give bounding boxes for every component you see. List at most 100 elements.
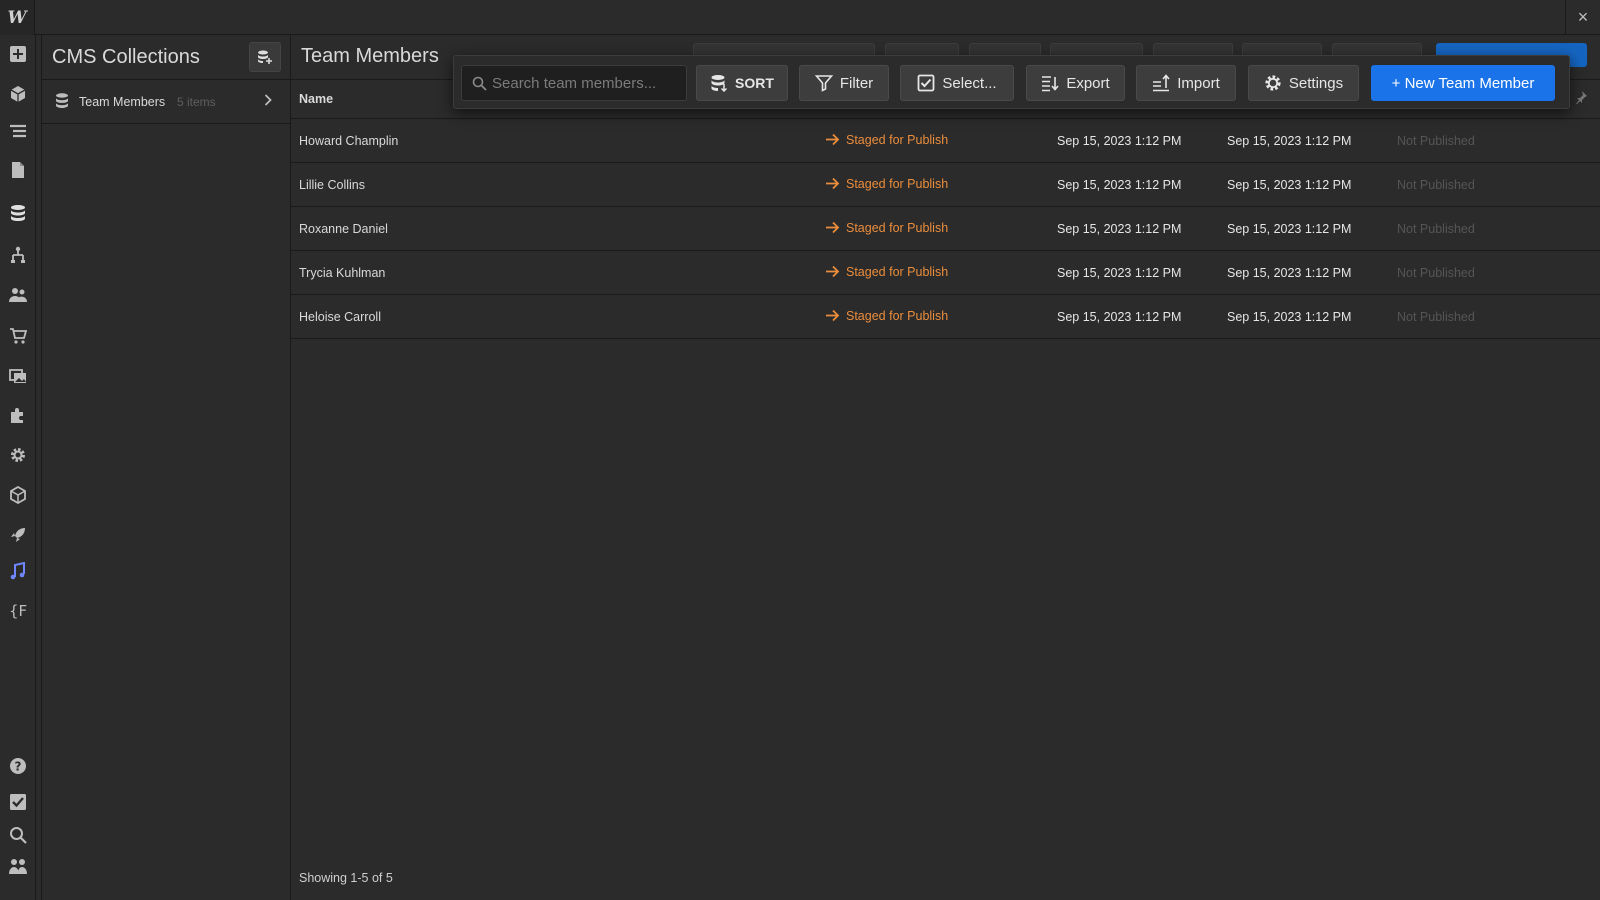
import-label: Import [1177, 74, 1220, 92]
arrow-right-icon [826, 309, 840, 322]
search-icon[interactable] [7, 824, 29, 846]
table-row[interactable]: Howard Champlin Staged for Publish Sep 1… [291, 120, 1600, 163]
item-status: Staged for Publish [825, 308, 948, 323]
audit-icon[interactable] [7, 560, 29, 582]
left-rail: {F ? [0, 35, 36, 900]
svg-text:?: ? [15, 760, 22, 774]
pin-icon[interactable] [1574, 90, 1588, 109]
item-published: Not Published [1397, 134, 1475, 148]
collection-toolbar: SORT Filter Select... Export Import Sett… [453, 55, 1570, 109]
column-header-name[interactable]: Name [299, 92, 333, 106]
item-updated: Sep 15, 2023 1:12 PM [1227, 178, 1352, 192]
item-name: Lillie Collins [299, 178, 365, 192]
import-icon [1153, 74, 1170, 92]
status-text: Staged for Publish [846, 132, 949, 147]
item-name: Heloise Carroll [299, 310, 381, 324]
collections-header: CMS Collections [42, 35, 291, 80]
item-status: Staged for Publish [825, 220, 948, 235]
item-updated: Sep 15, 2023 1:12 PM [1227, 222, 1352, 236]
help-icon[interactable]: ? [7, 755, 29, 777]
table-row[interactable]: Trycia Kuhlman Staged for Publish Sep 15… [291, 252, 1600, 295]
select-button[interactable]: Select... [900, 65, 1014, 101]
filter-label: Filter [839, 74, 874, 92]
export-button[interactable]: Export [1026, 65, 1125, 101]
item-published: Not Published [1397, 266, 1475, 280]
status-text: Staged for Publish [846, 264, 949, 279]
collections-panel: CMS Collections Team Members 5 items [41, 35, 291, 900]
apps-icon[interactable] [7, 404, 29, 426]
ecommerce-icon[interactable] [7, 325, 29, 347]
item-status: Staged for Publish [825, 176, 948, 191]
collection-name: Team Members [79, 95, 166, 109]
export-icon [1042, 76, 1059, 92]
navigator-icon[interactable] [7, 121, 29, 143]
status-text: Staged for Publish [846, 176, 949, 191]
item-published: Not Published [1397, 310, 1475, 324]
cms-icon[interactable] [7, 202, 29, 224]
item-updated: Sep 15, 2023 1:12 PM [1227, 266, 1352, 280]
item-created: Sep 15, 2023 1:12 PM [1057, 222, 1182, 236]
pages-icon[interactable] [7, 159, 29, 181]
logic-icon[interactable] [7, 244, 29, 266]
add-icon[interactable] [7, 43, 29, 65]
svg-text:{F: {F [9, 602, 27, 619]
sort-icon [711, 75, 728, 92]
import-button[interactable]: Import [1136, 65, 1236, 101]
item-created: Sep 15, 2023 1:12 PM [1057, 266, 1182, 280]
arrow-right-icon [826, 133, 840, 146]
webflow-logo[interactable]: W [0, 0, 35, 35]
variables-icon[interactable]: {F [7, 599, 29, 621]
assets-icon[interactable] [7, 365, 29, 387]
checkbox-icon [917, 74, 935, 92]
status-text: Staged for Publish [846, 308, 949, 323]
arrow-right-icon [826, 265, 840, 278]
page-title: Team Members [301, 45, 439, 67]
item-status: Staged for Publish [825, 264, 948, 279]
item-name: Howard Champlin [299, 134, 399, 148]
arrow-right-icon [826, 177, 840, 190]
collaborators-icon[interactable] [7, 855, 29, 877]
collection-count: 5 items [177, 95, 216, 109]
chevron-right-icon [264, 93, 272, 109]
sort-label: SORT [735, 75, 774, 91]
new-item-label: + New Team Member [1391, 74, 1535, 92]
export-label: Export [1066, 74, 1110, 92]
add-collection-icon [258, 50, 272, 64]
tasks-icon[interactable] [7, 791, 29, 813]
filter-icon [814, 75, 833, 92]
settings-button[interactable]: Settings [1248, 65, 1359, 101]
status-text: Staged for Publish [846, 220, 949, 235]
table-row[interactable]: Roxanne Daniel Staged for Publish Sep 15… [291, 208, 1600, 251]
select-label: Select... [942, 74, 997, 92]
table-row[interactable]: Heloise Carroll Staged for Publish Sep 1… [291, 296, 1600, 339]
filter-button[interactable]: Filter [799, 65, 889, 101]
item-created: Sep 15, 2023 1:12 PM [1057, 134, 1182, 148]
collection-view: Team Members Name Howard Champlin Staged… [291, 35, 1600, 900]
search-icon [472, 76, 487, 91]
add-collection-button[interactable] [249, 42, 281, 72]
cube-icon[interactable] [7, 83, 29, 105]
rocket-icon[interactable] [7, 524, 29, 546]
close-button[interactable]: × [1565, 0, 1600, 35]
pagination-status: Showing 1-5 of 5 [299, 871, 393, 885]
item-published: Not Published [1397, 178, 1475, 192]
library-icon[interactable] [7, 484, 29, 506]
collection-item-team-members[interactable]: Team Members 5 items [42, 80, 291, 124]
top-bar: W × [0, 0, 1600, 35]
collections-title: CMS Collections [52, 46, 200, 68]
settings-icon[interactable] [7, 444, 29, 466]
users-icon[interactable] [7, 284, 29, 306]
item-created: Sep 15, 2023 1:12 PM [1057, 310, 1182, 324]
table-row[interactable]: Lillie Collins Staged for Publish Sep 15… [291, 164, 1600, 207]
settings-label: Settings [1288, 74, 1344, 92]
item-updated: Sep 15, 2023 1:12 PM [1227, 134, 1352, 148]
search-box[interactable] [461, 65, 687, 101]
item-updated: Sep 15, 2023 1:12 PM [1227, 310, 1352, 324]
gear-icon [1265, 75, 1281, 91]
cms-app: W × {F ? CMS Collections Team Members 5 … [0, 0, 1600, 900]
search-input[interactable] [492, 66, 682, 100]
new-team-member-button[interactable]: + New Team Member [1371, 65, 1555, 101]
item-status: Staged for Publish [825, 132, 948, 147]
sort-button[interactable]: SORT [696, 65, 788, 101]
item-name: Roxanne Daniel [299, 222, 388, 236]
